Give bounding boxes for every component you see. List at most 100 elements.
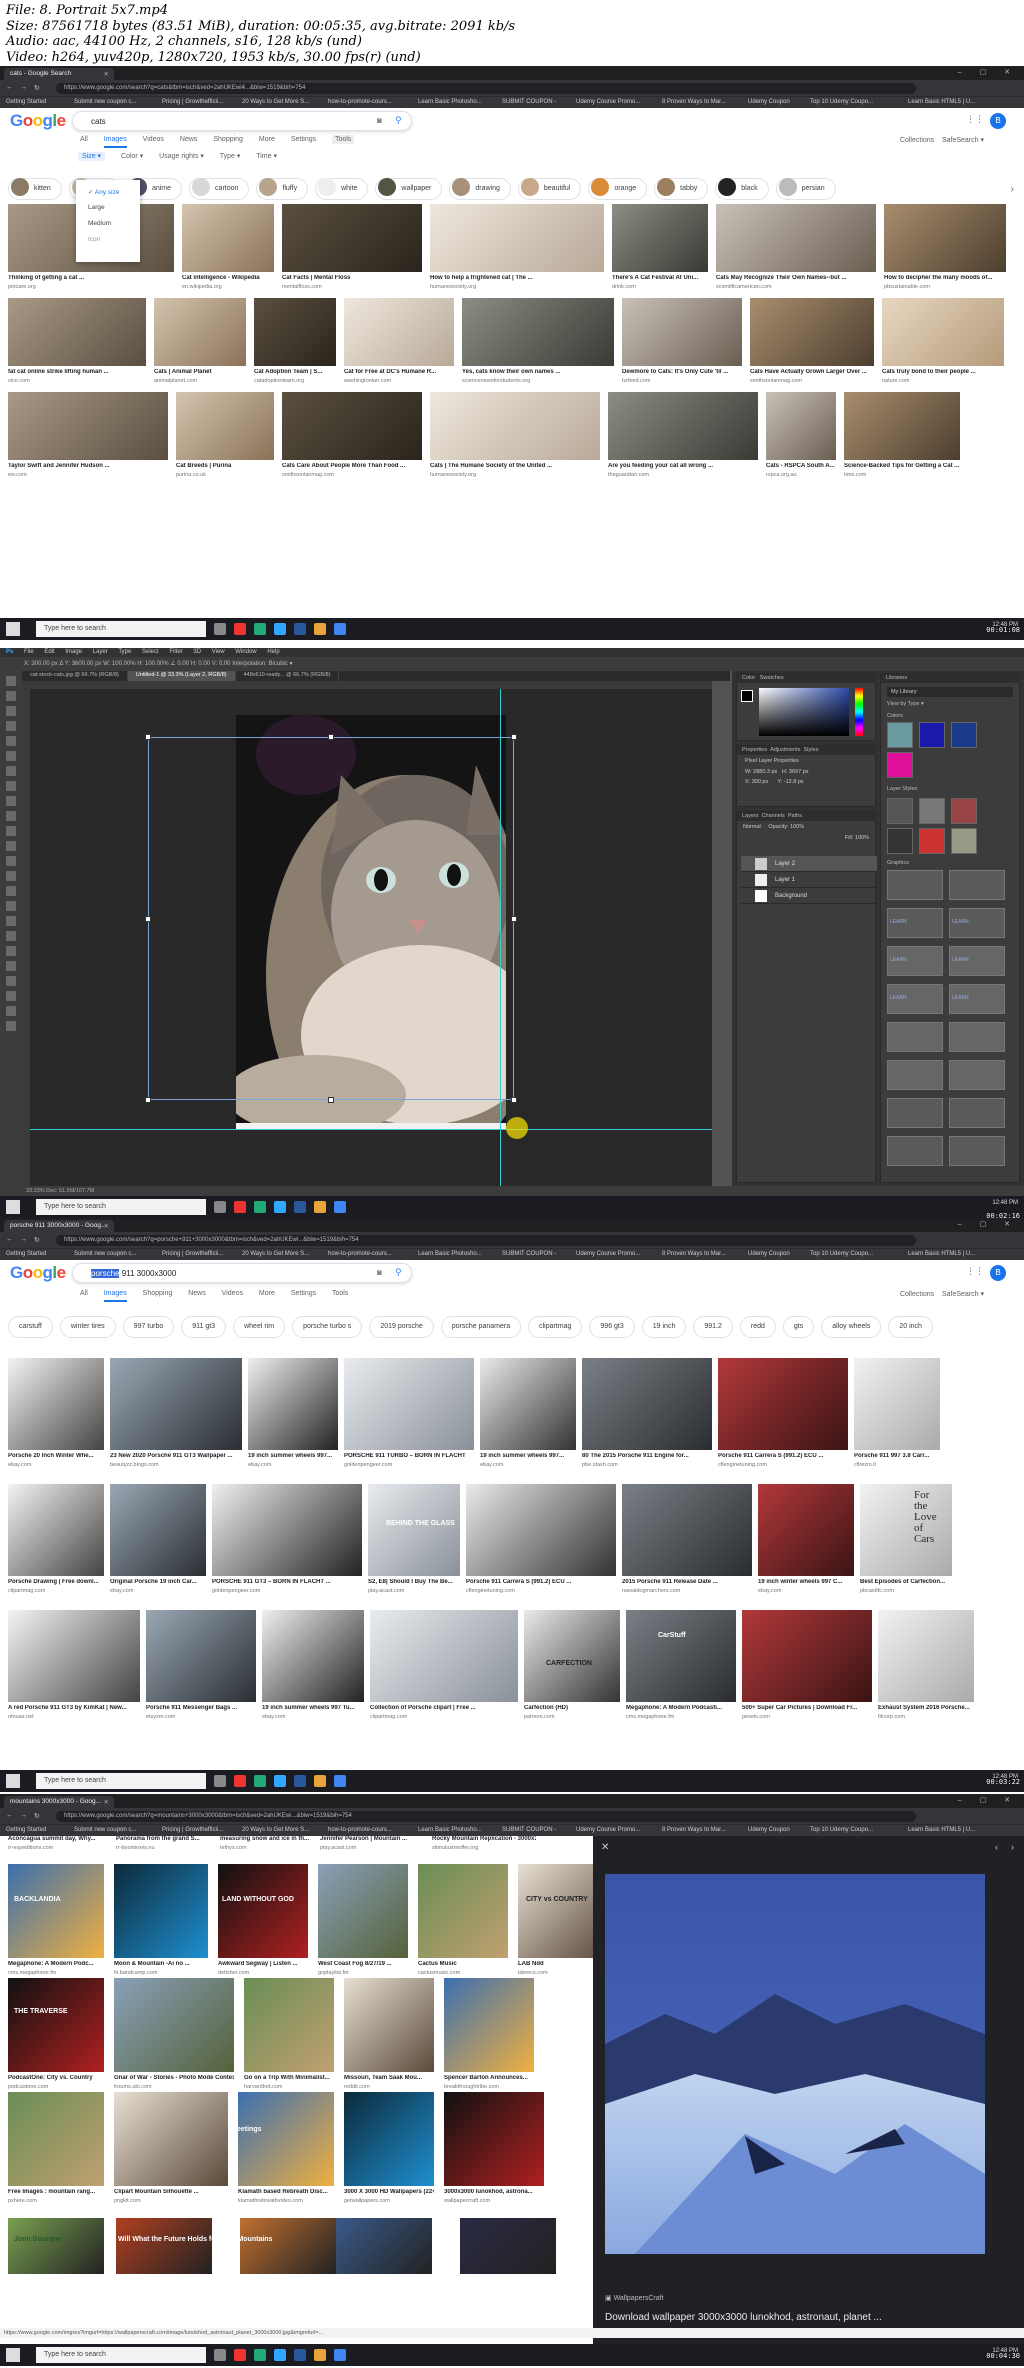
bookmark[interactable]: how-to-promote-cours... bbox=[328, 99, 392, 105]
result-caption[interactable]: PodcastOne: City vs. Country bbox=[8, 2075, 104, 2081]
library-color-swatch[interactable] bbox=[919, 722, 945, 748]
image-result[interactable] bbox=[8, 2218, 104, 2274]
library-graphic[interactable] bbox=[949, 1060, 1005, 1090]
result-caption[interactable]: Porsche 20 Inch Winter Whe... bbox=[8, 1453, 104, 1459]
result-caption[interactable]: 23 New 2020 Porsche 911 GT3 Wallpaper ..… bbox=[110, 1453, 242, 1459]
result-thumbnail[interactable] bbox=[368, 1484, 460, 1576]
result-thumbnail[interactable] bbox=[110, 1358, 242, 1450]
result-caption[interactable]: Taylor Swift and Jennifer Hudson ... bbox=[8, 463, 168, 469]
bookmark[interactable]: Udemy Coupon bbox=[748, 1827, 790, 1833]
bookmark[interactable]: 8 Proven Ways to Mar... bbox=[662, 1251, 726, 1257]
window-controls[interactable]: – ▢ ✕ bbox=[958, 1220, 1018, 1228]
ps-tool-icon[interactable] bbox=[6, 1021, 16, 1031]
related-search-chip[interactable]: drawing bbox=[449, 178, 511, 200]
result-caption[interactable]: Spencer Barton Announces... bbox=[444, 2075, 534, 2081]
result-thumbnail[interactable] bbox=[344, 298, 454, 366]
image-result[interactable]: Awkward Segway | Listen ... deltsher.com bbox=[218, 1864, 308, 1980]
related-search-chip[interactable]: kitten bbox=[8, 178, 62, 200]
related-search-chip[interactable]: alloy wheels bbox=[821, 1316, 882, 1338]
ps-options-bar[interactable]: X: 300.00 px Δ Y: 3600.00 px W: 100.00% … bbox=[0, 657, 1024, 671]
file-explorer-icon[interactable] bbox=[314, 2349, 326, 2361]
tab-shopping[interactable]: Shopping bbox=[213, 136, 243, 143]
layers-tab[interactable]: Layers bbox=[742, 813, 759, 819]
ps-tool-icon[interactable] bbox=[6, 946, 16, 956]
image-result[interactable]: Best Episodes of Carfection... pbcasttfc.… bbox=[860, 1484, 952, 1598]
related-search-chip[interactable]: cartoon bbox=[189, 178, 250, 200]
result-thumbnail[interactable] bbox=[878, 1610, 974, 1702]
library-color-swatch[interactable] bbox=[887, 752, 913, 778]
library-graphic[interactable] bbox=[887, 1098, 943, 1128]
image-result[interactable]: Moon & Mountain -Ai no ... hi.bandcamp.co… bbox=[114, 1864, 208, 1980]
tab-more[interactable]: More bbox=[259, 1290, 275, 1297]
search-icon[interactable]: ⚲ bbox=[395, 115, 402, 126]
image-result[interactable]: Cat Breeds | Purina purina.co.uk bbox=[176, 392, 274, 482]
window-controls[interactable]: – ▢ ✕ bbox=[958, 1796, 1018, 1804]
related-search-chip[interactable]: orange bbox=[588, 178, 648, 200]
related-search-chip[interactable]: 20 inch bbox=[888, 1316, 933, 1338]
image-result[interactable]: PORSCHE 911 GT3 – BORN IN FLACHT ... gold… bbox=[212, 1484, 362, 1598]
filter-usage[interactable]: Usage rights ▾ bbox=[159, 153, 204, 160]
bookmark[interactable]: Udemy Coupon bbox=[748, 99, 790, 105]
menu-help[interactable]: Help bbox=[267, 649, 279, 655]
result-thumbnail[interactable] bbox=[8, 392, 168, 460]
library-graphic[interactable] bbox=[887, 870, 943, 900]
result-caption[interactable]: Science-Backed Tips for Getting a Cat ..… bbox=[844, 463, 960, 469]
image-result[interactable]: 2015 Porsche 911 Release Date ... nawaldo… bbox=[622, 1484, 752, 1598]
library-style[interactable] bbox=[951, 828, 977, 854]
word-icon[interactable] bbox=[294, 623, 306, 635]
ps-tool-icon[interactable] bbox=[6, 961, 16, 971]
library-style[interactable] bbox=[919, 798, 945, 824]
image-result[interactable]: 500+ Super Car Pictures | Download Fr...… bbox=[742, 1610, 872, 1724]
related-search-chip[interactable]: redd bbox=[739, 1316, 776, 1338]
result-thumbnail[interactable] bbox=[854, 1358, 940, 1450]
ps-tool-icon[interactable] bbox=[6, 931, 16, 941]
result-thumbnail[interactable] bbox=[344, 2092, 434, 2186]
preview-site[interactable]: ▣ WallpapersCraft bbox=[605, 2294, 664, 2302]
app-icon[interactable] bbox=[254, 623, 266, 635]
result-caption[interactable]: Cat Facts | Mental Floss bbox=[282, 275, 422, 281]
menu-3d[interactable]: 3D bbox=[193, 649, 201, 655]
tab-images[interactable]: Images bbox=[103, 1290, 127, 1302]
result-caption[interactable]: How to help a frightened cat | The ... bbox=[430, 275, 604, 281]
result-thumbnail[interactable] bbox=[8, 1484, 104, 1576]
result-thumbnail[interactable] bbox=[114, 1864, 208, 1958]
result-thumbnail[interactable] bbox=[282, 392, 422, 460]
bookmark[interactable]: 8 Proven Ways to Mar... bbox=[662, 1827, 726, 1833]
bookmark[interactable]: Learn Basic Photosho... bbox=[418, 1251, 482, 1257]
paths-tab[interactable]: Paths bbox=[788, 813, 802, 819]
result-thumbnail[interactable] bbox=[626, 1610, 736, 1702]
image-result[interactable]: Cats | Animal Planet animalplanet.com bbox=[154, 298, 246, 388]
library-graphic[interactable]: LEARN bbox=[949, 984, 1005, 1014]
image-result[interactable]: Porsche Drawing | Free downl... clipartma… bbox=[8, 1484, 104, 1598]
ps-tool-icon[interactable] bbox=[6, 796, 16, 806]
color-tab[interactable]: Color bbox=[742, 675, 755, 681]
bookmark[interactable]: Getting Started bbox=[6, 1827, 46, 1833]
color-field[interactable] bbox=[759, 688, 849, 736]
ps-tool-icon[interactable] bbox=[6, 826, 16, 836]
result-caption[interactable]: 19 inch summer wheels 997... bbox=[480, 1453, 576, 1459]
bookmark[interactable]: 20 Ways to Get More S... bbox=[242, 1827, 309, 1833]
image-result[interactable]: Cats Have Actually Grown Larger Over ...… bbox=[750, 298, 874, 388]
image-result[interactable]: Cactus Music cactusmusic.com bbox=[418, 1864, 508, 1980]
windows-start-icon[interactable] bbox=[6, 622, 20, 636]
result-caption[interactable]: Are you feeding your cat all wrong ... bbox=[608, 463, 758, 469]
library-style[interactable] bbox=[951, 798, 977, 824]
guide-line[interactable] bbox=[500, 689, 501, 1186]
image-result[interactable]: Cats truly bond to their people ... natur… bbox=[882, 298, 1004, 388]
image-result[interactable]: Exhaust System 2016 Porsche... fitcorp.co… bbox=[878, 1610, 974, 1724]
bookmark[interactable]: Learn Basic Photosho... bbox=[418, 1827, 482, 1833]
library-graphic[interactable]: LEARN bbox=[949, 908, 1005, 938]
library-select[interactable]: My Library bbox=[887, 687, 1013, 697]
result-caption[interactable]: Panorama from the grand S... bbox=[116, 1836, 220, 1842]
adjustments-tab[interactable]: Adjustments bbox=[770, 747, 800, 753]
related-search-chip[interactable]: 996 gt3 bbox=[589, 1316, 635, 1338]
file-explorer-icon[interactable] bbox=[314, 623, 326, 635]
result-thumbnail[interactable] bbox=[612, 204, 708, 272]
image-result[interactable] bbox=[460, 2218, 556, 2274]
library-graphic[interactable] bbox=[887, 1022, 943, 1052]
result-caption[interactable]: S2, E8| Should I Buy The Be... bbox=[368, 1579, 460, 1585]
image-result[interactable]: 19 inch winter wheels 997 C... ebay.com bbox=[758, 1484, 854, 1598]
layer-row[interactable]: Background bbox=[741, 888, 877, 904]
bookmark[interactable]: Udemy Course Promo... bbox=[576, 1251, 640, 1257]
related-search-chip[interactable]: carstuff bbox=[8, 1316, 53, 1338]
